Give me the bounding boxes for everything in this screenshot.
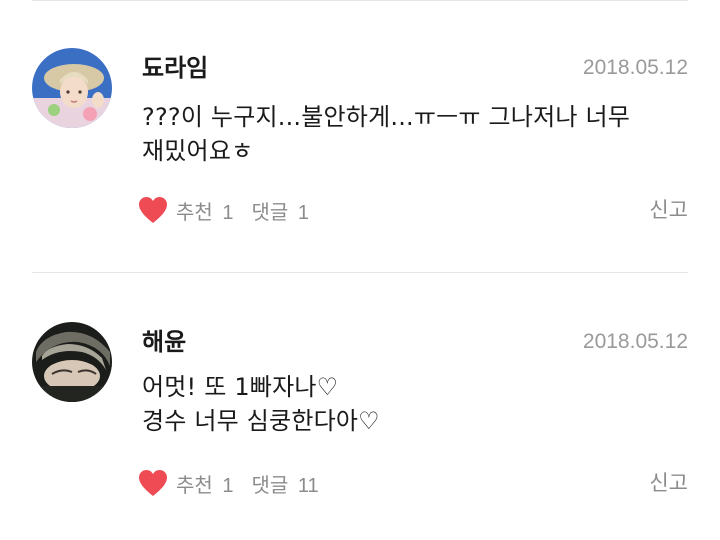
- recommend-label: 추천: [176, 201, 213, 224]
- heart-icon[interactable]: [138, 196, 168, 224]
- reply-count: 11: [297, 474, 319, 497]
- divider: [32, 0, 688, 1]
- comment-date: 2018.05.12: [582, 56, 688, 79]
- comment-author[interactable]: 해윤: [142, 327, 186, 357]
- report-button[interactable]: 신고: [649, 468, 688, 498]
- reply-button[interactable]: 댓글 1: [252, 196, 310, 225]
- recommend-button[interactable]: 추천 1: [176, 196, 234, 225]
- comment-list: 됴라임 2018.05.12 ???이 누구지...불안하게...ㅠㅡㅠ 그나저…: [0, 0, 720, 540]
- reply-label: 댓글: [251, 474, 289, 497]
- reply-label: 댓글: [251, 201, 289, 224]
- comment-author[interactable]: 됴라임: [142, 53, 208, 83]
- heart-icon[interactable]: [138, 469, 168, 497]
- recommend-label: 추천: [176, 474, 213, 497]
- divider: [32, 272, 688, 273]
- reply-count: 1: [297, 201, 309, 224]
- avatar[interactable]: [32, 322, 112, 402]
- comment-text: 어멋! 또 1빠자나♡ 경수 너무 심쿵한다아♡: [142, 373, 380, 435]
- comment-actions: 추천 1 댓글 11: [138, 468, 337, 498]
- recommend-button[interactable]: 추천 1: [176, 469, 234, 498]
- recommend-count: 1: [222, 201, 234, 224]
- comment-date: 2018.05.12: [582, 330, 688, 353]
- avatar[interactable]: [32, 48, 112, 128]
- report-button[interactable]: 신고: [649, 195, 688, 225]
- comment-text: ???이 누구지...불안하게...ㅠㅡㅠ 그나저나 너무 재밌어요ㅎ: [142, 103, 631, 165]
- recommend-count: 1: [222, 474, 234, 497]
- comment-actions: 추천 1 댓글 1: [138, 195, 327, 225]
- reply-button[interactable]: 댓글 11: [252, 469, 319, 498]
